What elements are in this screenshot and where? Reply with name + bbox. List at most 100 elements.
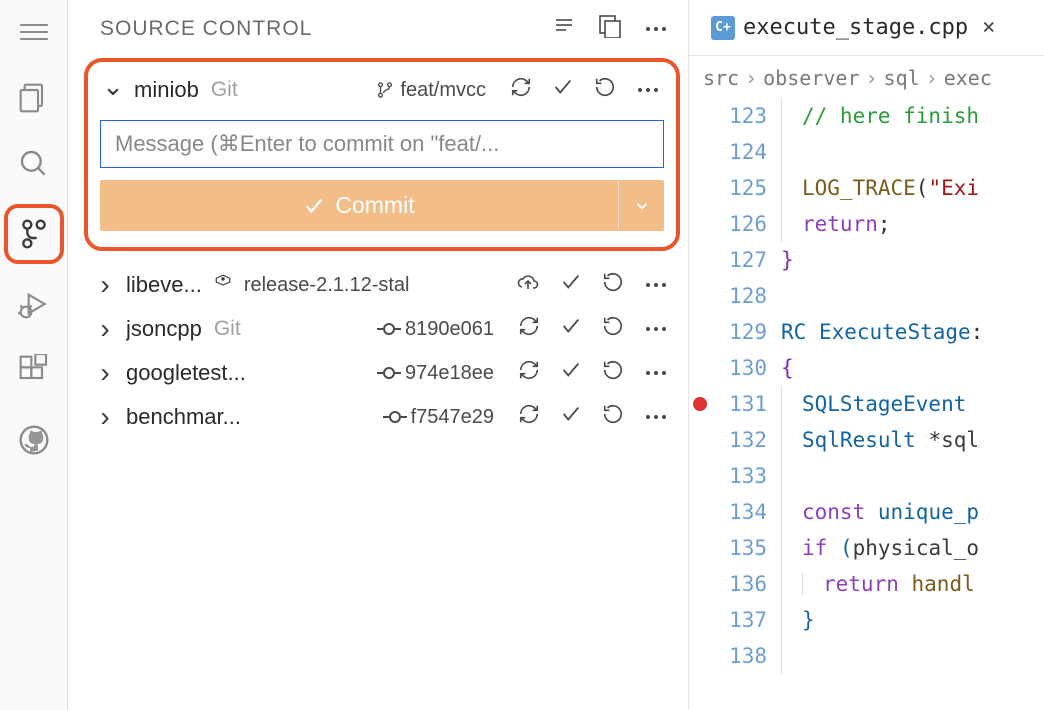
repo-tag: release-2.1.12-stal [244, 274, 410, 297]
line-number: 134 [711, 494, 767, 530]
line-number: 130 [711, 350, 767, 386]
chevron-right-icon[interactable] [96, 408, 114, 426]
tab-execute-stage[interactable]: C+ execute_stage.cpp × [697, 5, 1009, 50]
repo-name: jsoncpp [126, 316, 202, 342]
activity-bar [0, 0, 68, 710]
refresh-icon[interactable] [602, 271, 624, 299]
code-area[interactable]: 1231241251261271281291301311321331341351… [689, 98, 1044, 710]
code-line[interactable]: } [767, 602, 1044, 638]
sync-icon[interactable] [518, 403, 540, 431]
editor: C+ execute_stage.cpp × src›observer›sql›… [688, 0, 1044, 710]
github-icon[interactable] [16, 422, 52, 458]
breadcrumb[interactable]: src›observer›sql›exec [689, 56, 1044, 98]
branch-indicator[interactable]: feat/mvcc [376, 79, 486, 102]
chevron-right-icon[interactable] [96, 364, 114, 382]
repo-name: libeve... [126, 272, 202, 298]
refresh-icon[interactable] [602, 403, 624, 431]
chevron-down-icon[interactable] [104, 81, 122, 99]
line-number: 133 [711, 458, 767, 494]
repo-row[interactable]: libeve... release-2.1.12-stal [92, 263, 672, 307]
more-actions-icon[interactable] [636, 88, 660, 92]
miniob-repo-name: miniob [134, 77, 199, 103]
refresh-icon[interactable] [594, 76, 616, 104]
code-line[interactable]: } [767, 242, 1044, 278]
repo-list: libeve... release-2.1.12-stal jsoncpp Gi… [68, 259, 688, 439]
repo-row[interactable]: googletest... 974e18ee [92, 351, 672, 395]
cpp-file-icon: C+ [711, 16, 735, 40]
commit-ref[interactable]: 974e18ee [383, 362, 494, 385]
branch-name: feat/mvcc [400, 79, 486, 102]
check-icon[interactable] [560, 403, 582, 431]
commit-hash: f7547e29 [411, 406, 494, 429]
commit-ref[interactable]: f7547e29 [389, 406, 494, 429]
line-number: 129 [711, 314, 767, 350]
line-number: 127 [711, 242, 767, 278]
breadcrumb-item[interactable]: observer [763, 66, 859, 90]
line-number: 136 [711, 566, 767, 602]
more-actions-icon[interactable] [644, 327, 668, 331]
code-line[interactable]: if (physical_o [767, 530, 1044, 566]
line-number: 128 [711, 278, 767, 314]
chevron-right-icon[interactable] [96, 320, 114, 338]
breadcrumb-item[interactable]: sql [884, 66, 920, 90]
sync-icon[interactable] [518, 359, 540, 387]
run-debug-icon[interactable] [16, 286, 52, 322]
cloud-upload-icon[interactable] [516, 272, 540, 298]
check-icon[interactable] [560, 359, 582, 387]
miniob-repo-type: Git [211, 78, 238, 102]
view-as-tree-icon[interactable] [598, 14, 622, 44]
tab-filename: execute_stage.cpp [743, 15, 968, 40]
commit-message-input[interactable] [100, 120, 664, 168]
code-line[interactable] [767, 458, 1044, 494]
commit-hash: 974e18ee [405, 362, 494, 385]
code-line[interactable]: { [767, 350, 1044, 386]
scm-highlight [4, 204, 64, 264]
search-icon[interactable] [16, 146, 52, 182]
source-control-title: SOURCE CONTROL [100, 17, 544, 41]
repo-name: benchmar... [126, 404, 241, 430]
more-actions-icon[interactable] [644, 415, 668, 419]
check-icon[interactable] [560, 271, 582, 299]
close-icon[interactable]: × [982, 15, 995, 40]
check-icon[interactable] [560, 315, 582, 343]
repo-type: Git [214, 317, 241, 341]
commit-button[interactable]: Commit [100, 180, 618, 231]
sync-icon[interactable] [518, 315, 540, 343]
breakpoint-icon[interactable] [693, 397, 707, 411]
breadcrumb-item[interactable]: exec [944, 66, 992, 90]
check-icon[interactable] [552, 76, 574, 104]
refresh-icon[interactable] [602, 359, 624, 387]
line-number: 125 [711, 170, 767, 206]
menu-icon[interactable] [16, 14, 52, 50]
code-line[interactable] [767, 638, 1044, 656]
code-line[interactable]: LOG_TRACE("Exi [767, 170, 1044, 206]
code-line[interactable]: return handl [767, 566, 1044, 602]
extensions-icon[interactable] [16, 352, 52, 388]
more-actions-icon[interactable] [644, 371, 668, 375]
code-line[interactable]: const unique_p [767, 494, 1044, 530]
more-actions-icon[interactable] [644, 283, 668, 287]
chevron-right-icon[interactable] [96, 276, 114, 294]
explorer-icon[interactable] [16, 80, 52, 116]
commit-button-label: Commit [335, 192, 414, 219]
more-actions-icon[interactable] [644, 14, 668, 44]
miniob-repo-row[interactable]: miniob Git feat/mvcc [100, 70, 664, 110]
line-number: 138 [711, 638, 767, 656]
code-line[interactable] [767, 134, 1044, 170]
code-line[interactable]: SqlResult *sql [767, 422, 1044, 458]
refresh-icon[interactable] [602, 315, 624, 343]
commit-dropdown-button[interactable] [618, 180, 664, 231]
code-line[interactable]: return; [767, 206, 1044, 242]
code-line[interactable]: // here finish [767, 98, 1044, 134]
breadcrumb-item[interactable]: src [703, 66, 739, 90]
commit-ref[interactable]: 8190e061 [383, 318, 494, 341]
code-line[interactable] [767, 278, 1044, 314]
sync-icon[interactable] [510, 76, 532, 104]
view-as-list-icon[interactable] [552, 14, 576, 44]
repo-row[interactable]: jsoncpp Git 8190e061 [92, 307, 672, 351]
code-line[interactable]: SQLStageEvent [767, 386, 1044, 422]
repo-row[interactable]: benchmar... f7547e29 [92, 395, 672, 439]
source-control-icon[interactable] [16, 216, 52, 252]
code-line[interactable]: RC ExecuteStage: [767, 314, 1044, 350]
line-number: 137 [711, 602, 767, 638]
